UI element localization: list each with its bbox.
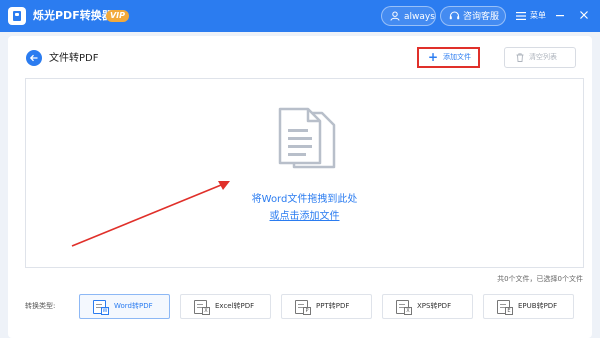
customer-service-label: 咨询客服 xyxy=(463,12,500,22)
convert-option-epub[interactable]: E EPUB转PDF xyxy=(483,294,574,319)
user-icon xyxy=(390,11,400,21)
convert-type-label: 转换类型: xyxy=(25,302,56,310)
convert-option-label: Word转PDF xyxy=(114,302,153,310)
ppt-file-icon: P xyxy=(295,300,311,315)
xps-file-icon: X xyxy=(396,300,412,315)
convert-option-label: XPS转PDF xyxy=(417,302,452,310)
convert-option-xps[interactable]: X XPS转PDF xyxy=(382,294,473,319)
epub-file-icon: E xyxy=(497,300,513,315)
click-to-add-link[interactable]: 或点击添加文件 xyxy=(26,210,583,223)
convert-option-label: Excel转PDF xyxy=(215,302,255,310)
minimize-icon[interactable] xyxy=(553,8,567,22)
vip-badge[interactable]: VIP xyxy=(106,10,129,22)
title-bar: 烁光PDF转换器 VIP always 咨询客服 菜单 xyxy=(0,0,600,32)
plus-icon: + xyxy=(428,50,439,64)
convert-option-label: EPUB转PDF xyxy=(518,302,558,310)
convert-option-excel[interactable]: X Excel转PDF xyxy=(180,294,271,319)
main-panel: 文件转PDF + 添加文件 清空列表 将Word文件拖拽到此处 或点击添加文件 … xyxy=(8,36,592,338)
file-count-status: 共0个文件，已选择0个文件 xyxy=(497,275,583,283)
menu-icon xyxy=(516,12,526,20)
app-logo-icon xyxy=(8,7,26,25)
back-arrow-icon xyxy=(29,54,38,62)
app-title: 烁光PDF转换器 xyxy=(33,9,113,22)
excel-file-icon: X xyxy=(194,300,210,315)
close-icon[interactable] xyxy=(577,8,591,22)
user-account-button[interactable]: always xyxy=(381,6,436,26)
page-title: 文件转PDF xyxy=(49,53,99,64)
back-button[interactable] xyxy=(26,50,42,66)
add-file-button[interactable]: + 添加文件 xyxy=(417,47,480,68)
convert-option-ppt[interactable]: P PPT转PDF xyxy=(281,294,372,319)
user-name: always xyxy=(404,12,435,22)
headset-icon xyxy=(449,11,460,20)
clear-list-button[interactable]: 清空列表 xyxy=(504,47,576,68)
word-file-icon: W xyxy=(93,300,109,315)
menu-label: 菜单 xyxy=(530,11,546,20)
convert-option-label: PPT转PDF xyxy=(316,302,350,310)
convert-option-word[interactable]: W Word转PDF xyxy=(79,294,170,319)
customer-service-button[interactable]: 咨询客服 xyxy=(440,6,506,26)
document-icon xyxy=(278,107,336,169)
trash-icon xyxy=(516,53,524,62)
add-file-label: 添加文件 xyxy=(443,53,471,61)
file-drop-zone[interactable]: 将Word文件拖拽到此处 或点击添加文件 xyxy=(25,78,584,268)
drop-hint-text: 将Word文件拖拽到此处 xyxy=(251,194,358,205)
clear-list-label: 清空列表 xyxy=(529,53,557,61)
